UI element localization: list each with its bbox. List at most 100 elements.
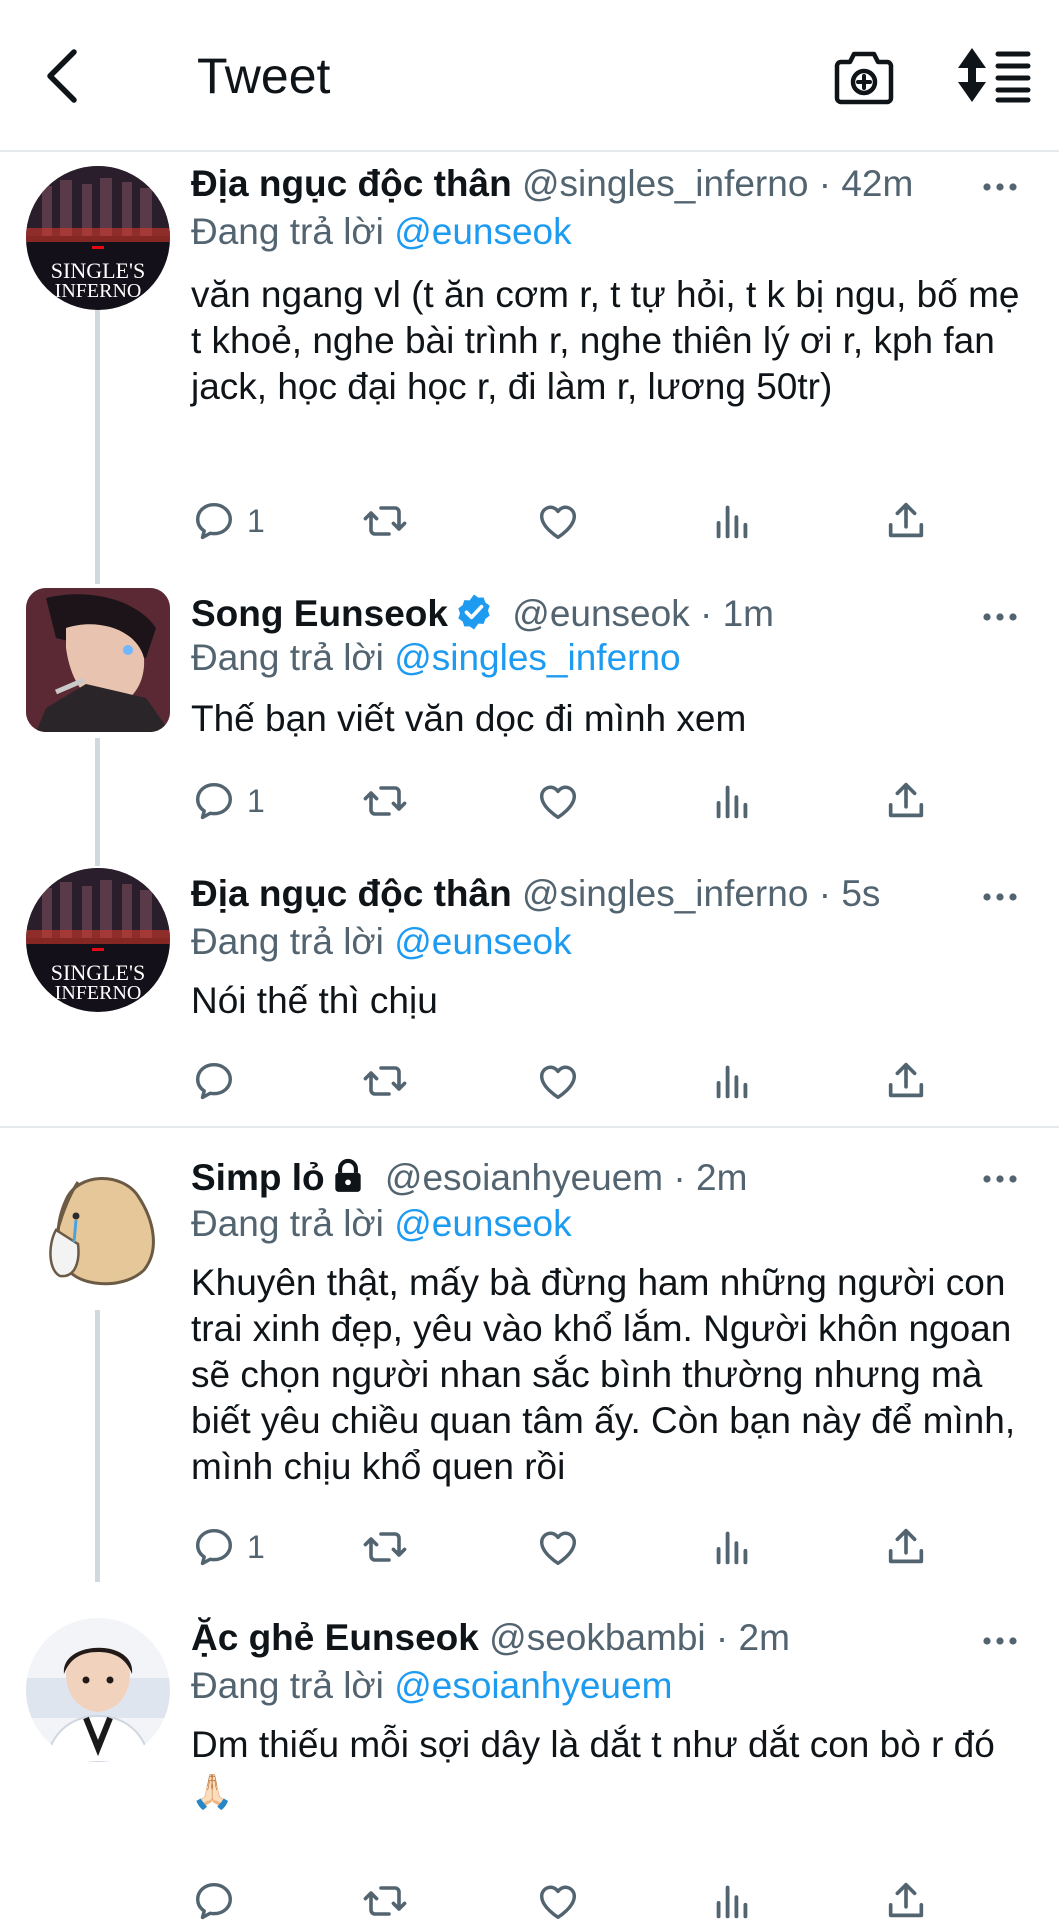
analytics-button[interactable] xyxy=(709,1522,755,1572)
replying-to-mention[interactable]: @eunseok xyxy=(394,921,571,962)
more-dots-icon xyxy=(982,181,1018,193)
timestamp[interactable]: 42m xyxy=(841,163,913,204)
analytics-icon xyxy=(709,1058,755,1104)
more-dots-icon xyxy=(982,1173,1018,1185)
reply-button[interactable]: 1 xyxy=(191,1522,265,1572)
user-handle[interactable]: @seokbambi xyxy=(489,1617,706,1658)
display-name[interactable]: Địa ngục độc thân xyxy=(191,873,512,914)
replying-to-label: Đang trả lời xyxy=(191,921,384,962)
user-handle[interactable]: @singles_inferno xyxy=(522,873,808,914)
analytics-icon xyxy=(709,1524,755,1570)
tweet-song-eunseok[interactable]: Song Eunseok @eunseok · 1m Đang trả lời … xyxy=(0,588,1059,866)
analytics-button[interactable] xyxy=(709,1876,755,1920)
replying-to-label: Đang trả lời xyxy=(191,1203,384,1244)
more-options-button[interactable] xyxy=(982,1172,1018,1190)
more-options-button[interactable] xyxy=(982,180,1018,198)
replying-to-mention[interactable]: @eunseok xyxy=(394,211,571,252)
tweet-singles-inferno-1[interactable]: SINGLE'S INFERNO Địa ngục độc thân @sing… xyxy=(0,160,1059,584)
user-handle[interactable]: @singles_inferno xyxy=(522,163,808,204)
like-button[interactable] xyxy=(535,1522,581,1572)
tweet-header: Song Eunseok @eunseok · 1m xyxy=(191,590,774,638)
heart-icon xyxy=(535,778,581,824)
chevron-left-icon xyxy=(47,49,77,103)
analytics-button[interactable] xyxy=(709,1056,755,1106)
like-button[interactable] xyxy=(535,776,581,826)
share-button[interactable] xyxy=(883,496,929,546)
lock-icon xyxy=(334,1158,361,1192)
timestamp[interactable]: 1m xyxy=(723,593,774,634)
tweet-seokbambi[interactable]: Ặc ghẻ Eunseok @seokbambi · 2m Đang trả … xyxy=(0,1614,1059,1920)
share-icon xyxy=(883,1058,929,1104)
replying-to-mention[interactable]: @eunseok xyxy=(394,1203,571,1244)
simp-lo-avatar-image xyxy=(26,1160,170,1304)
sort-list-icon xyxy=(958,48,1031,103)
avatar-seokbambi[interactable] xyxy=(26,1618,170,1762)
tweet-text: Dm thiếu mỗi sợi dây là dắt t như dắt co… xyxy=(191,1722,1031,1815)
heart-icon xyxy=(535,1524,581,1570)
reply-button[interactable] xyxy=(191,1056,247,1106)
display-name[interactable]: Địa ngục độc thân xyxy=(191,163,512,204)
like-button[interactable] xyxy=(535,496,581,546)
timestamp[interactable]: 5s xyxy=(841,873,880,914)
analytics-icon xyxy=(709,498,755,544)
sort-replies-button[interactable] xyxy=(956,46,1032,104)
song-eunseok-avatar-image xyxy=(26,588,170,732)
retweet-button[interactable] xyxy=(361,1876,409,1920)
retweet-button[interactable] xyxy=(361,1056,409,1106)
reply-button[interactable]: 1 xyxy=(191,496,265,546)
display-name[interactable]: Simp lỏ xyxy=(191,1157,325,1198)
share-button[interactable] xyxy=(883,1876,929,1920)
user-handle[interactable]: @esoianhyeuem xyxy=(385,1157,663,1198)
user-handle[interactable]: @eunseok xyxy=(512,593,689,634)
display-name[interactable]: Ặc ghẻ Eunseok xyxy=(191,1617,479,1658)
verified-badge-icon xyxy=(458,594,490,630)
back-button[interactable] xyxy=(40,46,84,106)
tweet-simp-lo[interactable]: Simp lỏ @esoianhyeuem · 2m Đang trả lời … xyxy=(0,1150,1059,1582)
timestamp[interactable]: 2m xyxy=(739,1617,790,1658)
share-button[interactable] xyxy=(883,1522,929,1572)
analytics-icon xyxy=(709,778,755,824)
retweet-button[interactable] xyxy=(361,776,409,826)
retweet-button[interactable] xyxy=(361,1522,409,1572)
tweet-text: Khuyên thật, mấy bà đừng ham những người… xyxy=(191,1262,1016,1487)
retweet-icon xyxy=(361,1877,409,1920)
tweet-header: Simp lỏ @esoianhyeuem · 2m xyxy=(191,1154,747,1202)
display-name[interactable]: Song Eunseok xyxy=(191,593,448,634)
retweet-button[interactable] xyxy=(361,496,409,546)
reply-bubble-icon xyxy=(191,778,237,824)
tweet-singles-inferno-2[interactable]: SINGLE'S INFERNO Địa ngục độc thân @sing… xyxy=(0,868,1059,1120)
analytics-button[interactable] xyxy=(709,776,755,826)
more-options-button[interactable] xyxy=(982,1634,1018,1652)
tweet-actions xyxy=(191,1056,951,1106)
separator-dot: · xyxy=(673,1157,686,1198)
avatar-singles-inferno[interactable]: SINGLE'S INFERNO xyxy=(26,166,170,310)
more-options-button[interactable] xyxy=(982,890,1018,908)
share-icon xyxy=(883,498,929,544)
timestamp[interactable]: 2m xyxy=(696,1157,747,1198)
heart-icon xyxy=(535,1878,581,1920)
tweet-header: Ặc ghẻ Eunseok @seokbambi · 2m xyxy=(191,1614,790,1662)
like-button[interactable] xyxy=(535,1056,581,1106)
share-button[interactable] xyxy=(883,1056,929,1106)
camera-button[interactable] xyxy=(834,44,894,108)
share-button[interactable] xyxy=(883,776,929,826)
tweet-text: Nói thế thì chịu xyxy=(191,980,438,1021)
thread-connector-line xyxy=(95,1310,100,1582)
analytics-button[interactable] xyxy=(709,496,755,546)
more-dots-icon xyxy=(982,611,1018,623)
reply-button[interactable]: 1 xyxy=(191,776,265,826)
reply-bubble-icon xyxy=(191,1058,237,1104)
retweet-icon xyxy=(361,1057,409,1105)
replying-to-mention[interactable]: @esoianhyeuem xyxy=(394,1665,672,1706)
like-button[interactable] xyxy=(535,1876,581,1920)
more-options-button[interactable] xyxy=(982,610,1018,628)
reply-button[interactable] xyxy=(191,1876,247,1920)
replying-to-mention[interactable]: @singles_inferno xyxy=(394,637,680,678)
replying-to: Đang trả lời @eunseok xyxy=(191,918,572,966)
avatar-singles-inferno[interactable]: SINGLE'S INFERNO xyxy=(26,868,170,1012)
avatar-simp-lo[interactable] xyxy=(26,1160,170,1304)
reply-bubble-icon xyxy=(191,1878,237,1920)
analytics-icon xyxy=(709,1878,755,1920)
avatar-song-eunseok[interactable] xyxy=(26,588,170,732)
replying-to: Đang trả lời @esoianhyeuem xyxy=(191,1662,672,1710)
